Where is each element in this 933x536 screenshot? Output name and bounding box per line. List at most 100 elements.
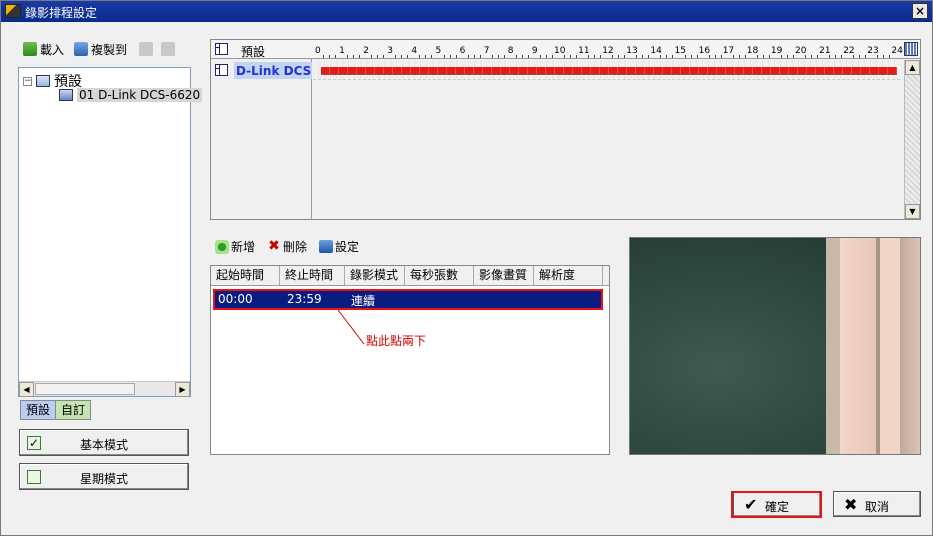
load-button[interactable]: 載入	[23, 41, 64, 57]
remove-button[interactable]	[161, 41, 175, 57]
minor-tick	[359, 55, 361, 58]
settings-label: 設定	[335, 240, 360, 254]
camera-row-icon	[215, 64, 228, 76]
hour-tick-label: 2	[363, 46, 369, 56]
hour-tick-label: 8	[507, 46, 514, 56]
minor-tick	[889, 55, 891, 58]
hour-tick-label: 4	[411, 46, 418, 56]
schedule-bar[interactable]	[321, 67, 897, 75]
minor-tick	[624, 55, 626, 58]
minor-tick	[347, 55, 349, 58]
minor-tick	[732, 55, 734, 58]
paste-icon	[139, 42, 153, 56]
scroll-down-button[interactable]: ▼	[905, 204, 920, 219]
minor-tick	[431, 55, 433, 58]
tree-item-camera[interactable]: 01 D-Link DCS-6620	[59, 88, 203, 102]
minor-tick	[521, 55, 523, 58]
hour-tick-label: 6	[459, 46, 466, 56]
scroll-right-button[interactable]: ▶	[175, 382, 190, 397]
weekly-mode-label: 星期模式	[79, 472, 128, 486]
minor-tick	[865, 55, 867, 58]
preview-band-1	[826, 238, 840, 454]
copy-to-button[interactable]: 複製到	[74, 41, 127, 57]
schedule-list[interactable]: 起始時間 終止時間 錄影模式 每秒張數 影像畫質 解析度 00:00 23:59…	[210, 265, 610, 455]
minor-tick	[672, 55, 674, 58]
column-resolution[interactable]: 解析度	[534, 266, 603, 285]
double-click-annotation: 點此點兩下	[366, 334, 427, 348]
minor-tick	[401, 55, 403, 58]
delete-icon: ✖	[268, 237, 280, 254]
add-button[interactable]: 新增	[215, 238, 255, 255]
scroll-left-button[interactable]: ◀	[19, 382, 34, 397]
column-record-mode[interactable]: 錄影模式	[345, 266, 405, 285]
minor-tick	[323, 55, 325, 58]
column-start-time[interactable]: 起始時間	[211, 266, 280, 285]
camera-icon	[59, 89, 73, 101]
settings-icon	[319, 240, 333, 253]
tree-tabs: 預設 自訂	[18, 398, 191, 422]
close-button[interactable]: ×	[912, 3, 928, 19]
window-title: 錄影排程設定	[25, 6, 98, 20]
copy-icon	[74, 42, 88, 56]
ok-highlight-outline	[731, 491, 822, 518]
minor-tick	[811, 55, 813, 58]
collapse-icon[interactable]: −	[23, 76, 32, 86]
minor-tick	[377, 55, 379, 58]
hour-tick-label: 7	[483, 46, 490, 56]
timeline-camera-name[interactable]: D-Link DCS-6620	[236, 64, 311, 78]
minor-tick	[805, 55, 807, 58]
title-bar[interactable]: 錄影排程設定 ×	[1, 1, 932, 22]
minor-tick	[479, 55, 481, 58]
minor-tick	[335, 55, 337, 58]
minor-tick	[835, 55, 837, 58]
delete-button[interactable]: ✖ 刪除	[267, 238, 307, 255]
minor-tick	[877, 55, 879, 58]
minor-tick	[383, 55, 385, 58]
minor-tick	[780, 55, 782, 58]
add-icon	[215, 239, 229, 254]
minor-tick	[449, 55, 451, 58]
minor-tick	[786, 55, 788, 58]
minor-tick	[545, 55, 547, 58]
minor-tick	[329, 55, 331, 58]
tree-hscrollbar[interactable]: ◀ ▶	[19, 381, 190, 397]
minor-tick	[768, 55, 770, 58]
minor-tick	[551, 55, 553, 58]
minor-tick	[817, 55, 819, 58]
timeline-header: 預設 0 1 2 3 4 5 6 7 8 9 10 11 12 13 14 15 16 17 18 19 20 21 22 2…	[211, 40, 920, 59]
minor-tick	[443, 55, 445, 58]
paste-button[interactable]	[139, 41, 153, 57]
tab-custom[interactable]: 自訂	[55, 400, 92, 420]
timeline-vscrollbar[interactable]: ▲ ▼	[904, 60, 920, 219]
delete-label: 刪除	[283, 240, 308, 254]
column-quality[interactable]: 影像畫質	[474, 266, 534, 285]
add-label: 新增	[231, 240, 256, 254]
minor-tick	[714, 55, 716, 58]
minor-tick	[660, 55, 662, 58]
hour-tick-label: 0	[315, 46, 321, 56]
minor-tick	[527, 55, 529, 58]
settings-button[interactable]: 設定	[319, 238, 359, 255]
weekly-mode-button[interactable]: 星期模式	[19, 463, 189, 490]
column-end-time[interactable]: 終止時間	[280, 266, 345, 285]
tab-preset[interactable]: 預設	[20, 400, 57, 420]
schedule-timeline[interactable]: 預設 0 1 2 3 4 5 6 7 8 9 10 11 12 13 14 15 16 17 18 19 20 21 22 2…	[210, 39, 921, 220]
hour-tick-label: 3	[387, 46, 394, 56]
minor-tick	[684, 55, 686, 58]
minor-tick	[539, 55, 541, 58]
minor-tick	[690, 55, 692, 58]
calendar-icon[interactable]	[904, 42, 918, 56]
minor-tick	[588, 55, 590, 58]
minor-tick	[395, 55, 397, 58]
minor-tick	[829, 55, 831, 58]
scroll-up-button[interactable]: ▲	[905, 60, 920, 75]
minor-tick	[353, 55, 355, 58]
minor-tick	[756, 55, 758, 58]
basic-mode-label: 基本模式	[79, 438, 128, 452]
scroll-thumb[interactable]	[35, 383, 135, 395]
cancel-button[interactable]: ✖ 取消	[833, 491, 921, 517]
basic-mode-button[interactable]: ✓ 基本模式	[19, 429, 189, 456]
column-fps[interactable]: 每秒張數	[405, 266, 474, 285]
camera-tree[interactable]: − 預設 01 D-Link DCS-6620 ◀ ▶	[18, 67, 203, 397]
minor-tick	[696, 55, 698, 58]
